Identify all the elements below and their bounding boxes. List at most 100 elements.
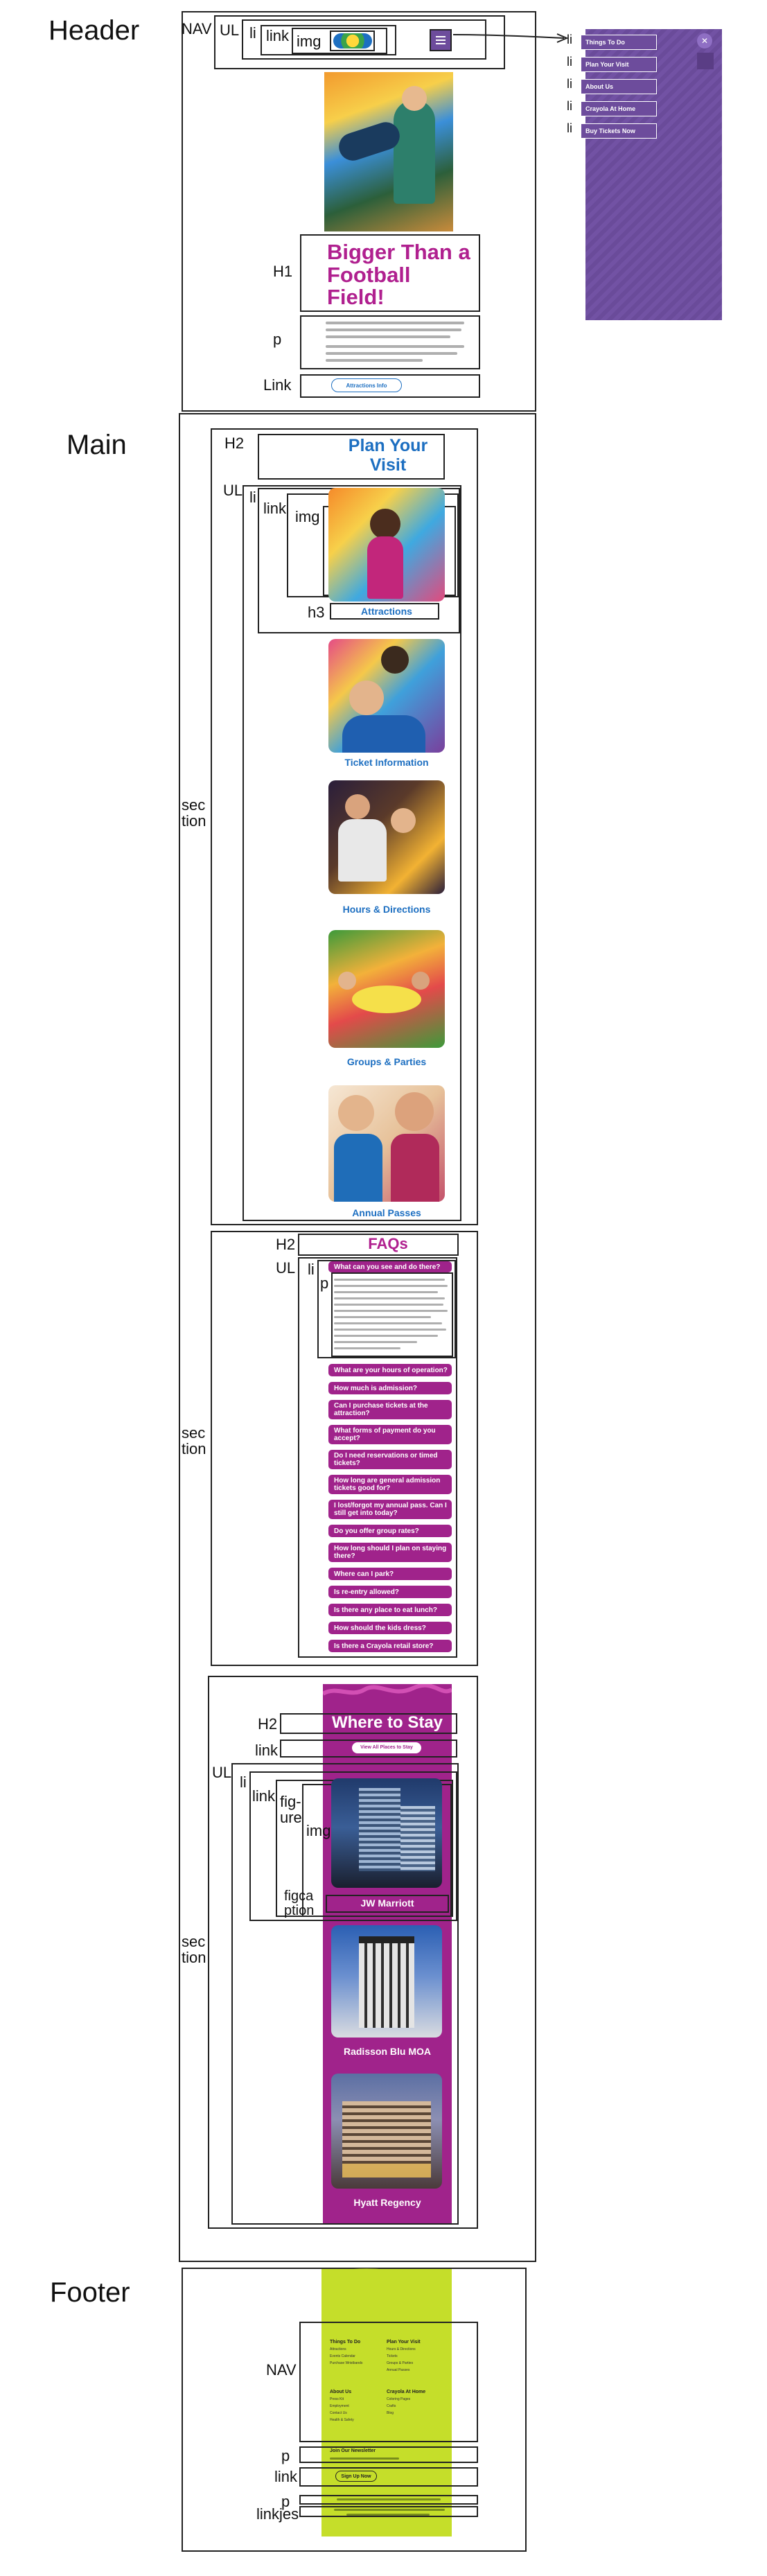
footer-link[interactable]: Blog — [387, 2411, 442, 2415]
footer-link[interactable]: Employment — [330, 2404, 385, 2408]
visit-section-tag: sec tion — [182, 797, 206, 829]
h3-tag-visit: h3 — [308, 604, 325, 621]
newsletter-heading: Join Our Newsletter — [330, 2448, 376, 2453]
stay-section-tag: sec tion — [182, 1934, 206, 1965]
menu-item-about-us[interactable]: About Us — [581, 79, 657, 94]
faq-item-8[interactable]: Do you offer group rates? — [328, 1525, 452, 1537]
footer-p-tag: p — [281, 2447, 290, 2464]
card-label-attractions[interactable]: Attractions — [328, 606, 445, 617]
footer-col-crayola-at-home: Crayola At Home Coloring Pages Crafts Bl… — [387, 2390, 442, 2415]
faq-item-10[interactable]: Where can I park? — [328, 1568, 452, 1580]
card-label-ticket-information[interactable]: Ticket Information — [328, 757, 445, 768]
groups-parties-image — [328, 930, 445, 1048]
footer-col-heading: About Us — [330, 2390, 352, 2394]
copyright-text-line — [337, 2498, 441, 2500]
h2-tag-stay: H2 — [258, 1715, 278, 1733]
hamburger-menu-icon[interactable] — [430, 29, 452, 51]
menu-li-tag-5: li — [567, 121, 572, 135]
li-tag: li — [249, 24, 256, 42]
newsletter-text-line — [330, 2457, 399, 2460]
faq-item-12[interactable]: Is there any place to eat lunch? — [328, 1604, 452, 1616]
header-label: Header — [49, 15, 140, 46]
figure-tag: fig- ure — [280, 1794, 302, 1825]
figcaption-tag-text: figca ption — [284, 1889, 315, 1918]
hero-paragraph — [326, 319, 471, 362]
menu-item-crayola-at-home[interactable]: Crayola At Home — [581, 101, 657, 116]
h1-tag: H1 — [273, 263, 293, 280]
ul-tag-stay: UL — [212, 1764, 232, 1781]
img-tag-visit: img — [295, 508, 320, 525]
faq-item-13[interactable]: How should the kids dress? — [328, 1622, 452, 1634]
menu-li-tag-1: li — [567, 33, 572, 46]
footer-nav-tag: NAV — [266, 2361, 297, 2378]
faq-item-11[interactable]: Is re-entry allowed? — [328, 1586, 452, 1598]
link-tag-visit: link — [263, 500, 287, 517]
faq-item-5[interactable]: Do I need reservations or timed tickets? — [328, 1450, 452, 1469]
card-label-annual-passes[interactable]: Annual Passes — [328, 1207, 445, 1218]
footer-link[interactable]: Crafts — [387, 2404, 442, 2408]
stay-panel-scribble — [323, 1684, 452, 1696]
link-caption-tag: Link — [263, 376, 292, 394]
faq-item-2[interactable]: How much is admission? — [328, 1382, 452, 1394]
figure-tag-text: fig- ure — [280, 1793, 302, 1827]
menu-item-things-to-do[interactable]: Things To Do — [581, 35, 657, 50]
footer-col-things-to-do: Things To Do Attractions Events Calendar… — [330, 2340, 385, 2365]
attractions-info-button[interactable]: Attractions Info — [331, 378, 402, 392]
footer-wave — [321, 2268, 452, 2287]
li-tag-visit: li — [249, 489, 256, 506]
menu-arrow — [453, 33, 569, 43]
footer-link[interactable]: Contact Us — [330, 2411, 385, 2415]
footer-link[interactable]: Events Calendar — [330, 2354, 385, 2358]
faq-title: FAQs — [368, 1235, 408, 1252]
li-tag-stay: li — [240, 1773, 247, 1791]
h2-tag-visit: H2 — [224, 435, 245, 452]
menu-grid-icon — [697, 53, 714, 69]
footer-col-about-us: About Us Press Kit Employment Contact Us… — [330, 2390, 385, 2422]
card-label-hours-directions[interactable]: Hours & Directions — [328, 904, 445, 915]
annual-passes-image — [328, 1085, 445, 1202]
footer-link[interactable]: Groups & Parties — [387, 2361, 442, 2365]
hotel-name-jw-marriott[interactable]: JW Marriott — [326, 1898, 449, 1909]
sign-up-button[interactable]: Sign Up Now — [335, 2471, 377, 2482]
footer-link[interactable]: Health & Safety — [330, 2418, 385, 2422]
footer-p-box — [299, 2446, 478, 2463]
legal-links-line-1 — [334, 2509, 445, 2511]
stay-section-tag-text: sec tion — [182, 1933, 206, 1967]
footer-link[interactable]: Annual Passes — [387, 2368, 442, 2372]
menu-item-buy-tickets[interactable]: Buy Tickets Now — [581, 123, 657, 139]
hotel-name-radisson-blu[interactable]: Radisson Blu MOA — [326, 2046, 449, 2057]
faq-item-14[interactable]: Is there a Crayola retail store? — [328, 1640, 452, 1652]
faq-item-3[interactable]: Can I purchase tickets at the attraction… — [328, 1400, 452, 1419]
radisson-blu-image — [331, 1925, 442, 2038]
link-tag: link — [266, 27, 290, 44]
hero-title: Bigger Than a Football Field! — [327, 240, 470, 310]
figcaption-tag: figca ption — [284, 1889, 314, 1918]
footer-link[interactable]: Hours & Directions — [387, 2347, 442, 2351]
footer-link[interactable]: Coloring Pages — [387, 2397, 442, 2401]
nav-tag: NAV — [182, 20, 212, 37]
footer-col-plan-your-visit: Plan Your Visit Hours & Directions Ticke… — [387, 2340, 442, 2372]
footer-link[interactable]: Attractions — [330, 2347, 385, 2351]
card-label-groups-parties[interactable]: Groups & Parties — [328, 1056, 445, 1067]
faq-item-4[interactable]: What forms of payment do you accept? — [328, 1425, 452, 1444]
faq-item-9[interactable]: How long should I plan on staying there? — [328, 1543, 452, 1562]
footer-label: Footer — [50, 2277, 130, 2308]
footer-link[interactable]: Press Kit — [330, 2397, 385, 2401]
view-all-stays-button[interactable]: View All Places to Stay — [352, 1742, 421, 1753]
hotel-name-hyatt-regency[interactable]: Hyatt Regency — [326, 2197, 449, 2208]
faq-item-7[interactable]: I lost/forgot my annual pass. Can I stil… — [328, 1500, 452, 1519]
faq-item-1[interactable]: What are your hours of operation? — [328, 1364, 452, 1376]
link-tag-stay: link — [255, 1742, 279, 1759]
main-label: Main — [67, 430, 127, 460]
close-icon[interactable]: ✕ — [697, 33, 712, 49]
legal-links-line-2 — [346, 2514, 430, 2516]
ul-tag-visit: UL — [223, 482, 243, 499]
faq-item-6[interactable]: How long are general admission tickets g… — [328, 1475, 452, 1494]
jw-marriott-image — [331, 1778, 442, 1888]
faq-open-question[interactable]: What can you see and do there? — [328, 1261, 452, 1272]
footer-link[interactable]: Tickets — [387, 2354, 442, 2358]
stay-title: Where to Stay — [331, 1713, 443, 1732]
footer-link[interactable]: Purchase Wristbands — [330, 2361, 385, 2365]
footer-link-tag: link — [274, 2468, 298, 2485]
menu-item-plan-your-visit[interactable]: Plan Your Visit — [581, 57, 657, 72]
